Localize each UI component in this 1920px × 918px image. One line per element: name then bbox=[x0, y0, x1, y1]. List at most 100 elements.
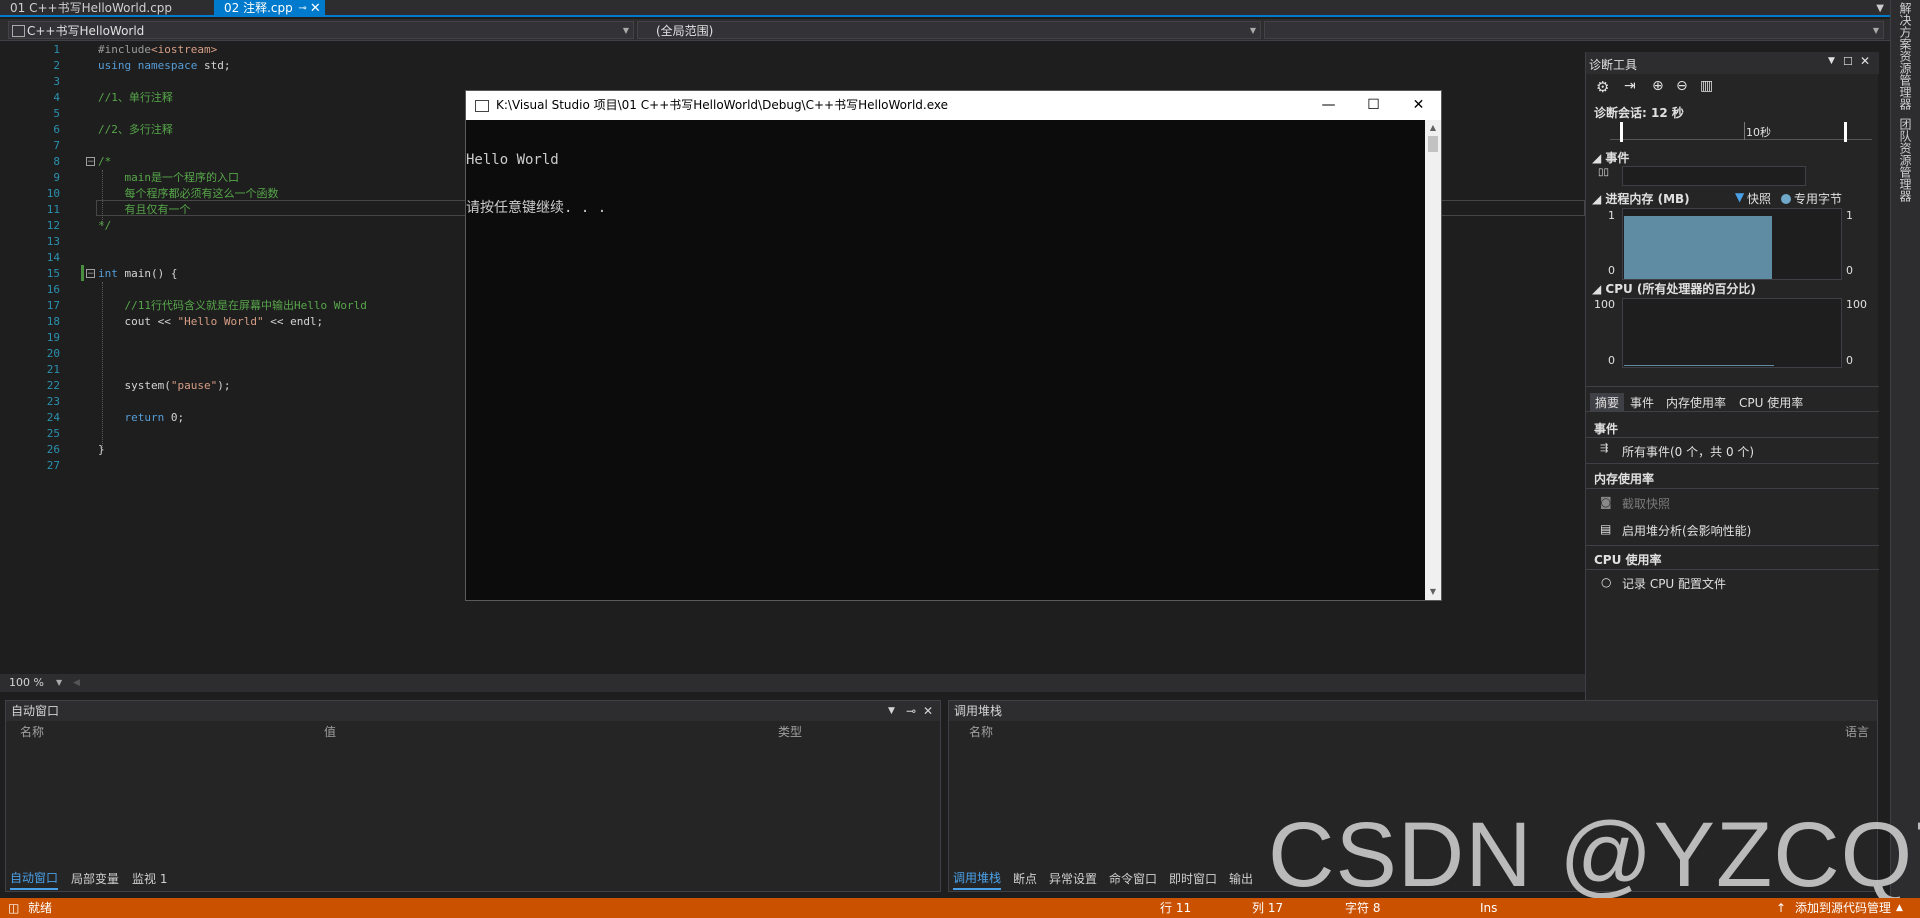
code-line-24: return 0; bbox=[98, 411, 185, 424]
all-events-link[interactable]: 所有事件(0 个，共 0 个) bbox=[1622, 443, 1754, 460]
column-header-value[interactable]: 值 bbox=[324, 723, 336, 741]
add-to-source-control-button[interactable]: 添加到源代码管理 bbox=[1795, 898, 1891, 918]
tab-team-explorer[interactable]: 团队资源管理器 bbox=[1897, 118, 1914, 202]
console-title: K:\Visual Studio 项目\01 C++书写HelloWorld\D… bbox=[496, 98, 948, 112]
reset-zoom-icon[interactable]: ▥ bbox=[1700, 78, 1713, 94]
close-icon[interactable]: ✕ bbox=[1860, 54, 1870, 68]
console-output-line: 请按任意键继续. . . bbox=[466, 200, 607, 216]
cpu-axis-min: 0 bbox=[1608, 354, 1615, 367]
status-line: 行 11 bbox=[1160, 901, 1192, 915]
scope-dropdown[interactable]: (全局范围) ▼ bbox=[637, 21, 1261, 39]
minimize-button[interactable]: — bbox=[1306, 91, 1351, 120]
gear-icon[interactable]: ⚙ bbox=[1596, 78, 1609, 96]
cpu-section-header[interactable]: ◢ CPU (所有处理器的百分比) bbox=[1592, 280, 1756, 297]
watermark: CSDN @YZCQ7 bbox=[1268, 804, 1920, 906]
project-dropdown[interactable]: C++书写HelloWorld ▼ bbox=[8, 21, 634, 39]
dropdown-icon[interactable]: ▼ bbox=[888, 701, 895, 721]
memory-chart bbox=[1622, 208, 1842, 280]
tab-immediate-window[interactable]: 即时窗口 bbox=[1169, 868, 1217, 890]
tab-summary[interactable]: 摘要 bbox=[1590, 393, 1625, 412]
zoom-in-icon[interactable]: ⊕ bbox=[1652, 78, 1664, 94]
tab-helloworld-cpp[interactable]: 01 C++书写HelloWorld.cpp bbox=[0, 0, 182, 17]
memory-usage-area bbox=[1624, 216, 1772, 279]
tab-comment-cpp[interactable]: 02 注释.cpp ⊸ ✕ bbox=[214, 0, 325, 17]
pause-icon[interactable]: ▯▯ bbox=[1598, 167, 1609, 178]
tab-memory-usage[interactable]: 内存使用率 bbox=[1666, 394, 1726, 411]
divider bbox=[1586, 545, 1879, 546]
pin-icon[interactable]: ⊸ bbox=[906, 701, 916, 721]
maximize-button[interactable]: ☐ bbox=[1351, 91, 1396, 120]
cpu-chart bbox=[1622, 298, 1842, 368]
tab-cpu-usage[interactable]: CPU 使用率 bbox=[1739, 394, 1803, 411]
column-header-name[interactable]: 名称 bbox=[20, 723, 44, 741]
cpu-axis-min-right: 0 bbox=[1846, 354, 1853, 367]
close-icon[interactable]: ✕ bbox=[923, 701, 933, 721]
chevron-up-icon[interactable]: ▲ bbox=[1896, 898, 1903, 918]
events-icon: ⇶ bbox=[1600, 443, 1609, 454]
notification-icon[interactable]: ◫ bbox=[8, 898, 19, 918]
timeline-tick bbox=[1744, 122, 1745, 140]
zoom-out-icon[interactable]: ⊖ bbox=[1676, 78, 1688, 94]
timeline-ruler[interactable]: 10秒 bbox=[1610, 122, 1872, 142]
member-dropdown[interactable]: ▼ bbox=[1264, 21, 1884, 39]
heap-profiling-button[interactable]: 启用堆分析(会影响性能) bbox=[1622, 522, 1751, 539]
scroll-thumb[interactable] bbox=[1428, 136, 1438, 152]
console-window[interactable]: K:\Visual Studio 项目\01 C++书写HelloWorld\D… bbox=[465, 90, 1442, 601]
zoom-level-dropdown[interactable]: 100 % bbox=[9, 674, 44, 692]
timeline-start-handle[interactable] bbox=[1620, 122, 1623, 142]
divider bbox=[1586, 386, 1879, 387]
tab-autos[interactable]: 自动窗口 bbox=[10, 868, 59, 890]
scroll-down-icon[interactable]: ▼ bbox=[1425, 584, 1441, 600]
session-duration: 诊断会话: 12 秒 bbox=[1594, 106, 1684, 120]
private-bytes-legend-icon bbox=[1781, 194, 1791, 204]
tab-call-stack[interactable]: 调用堆栈 bbox=[953, 868, 1002, 890]
timeline-end-handle[interactable] bbox=[1844, 122, 1847, 142]
tab-watch-1[interactable]: 监视 1 bbox=[132, 868, 167, 890]
memory-section-header[interactable]: ◢ 进程内存 (MB) bbox=[1592, 190, 1690, 207]
column-header-language[interactable]: 语言 bbox=[1845, 723, 1869, 741]
panel-title: 调用堆栈 bbox=[954, 704, 1003, 718]
tab-solution-explorer[interactable]: 解决方案资源管理器 bbox=[1897, 2, 1914, 110]
console-titlebar[interactable]: K:\Visual Studio 项目\01 C++书写HelloWorld\D… bbox=[466, 91, 1441, 120]
close-button[interactable]: ✕ bbox=[1396, 91, 1441, 120]
tab-overflow-dropdown-icon[interactable]: ▼ bbox=[1876, 0, 1884, 17]
status-bar: ◫ 就绪 行 11 列 17 字符 8 Ins ↑ 添加到源代码管理 ▲ bbox=[0, 898, 1920, 918]
tab-output[interactable]: 输出 bbox=[1229, 868, 1253, 890]
diag-tab-strip: 摘要 事件 内存使用率 CPU 使用率 bbox=[1586, 392, 1879, 412]
tab-exception-settings[interactable]: 异常设置 bbox=[1049, 868, 1097, 890]
record-cpu-profile-button[interactable]: 记录 CPU 配置文件 bbox=[1622, 575, 1726, 592]
scope-label: (全局范围) bbox=[656, 24, 714, 38]
code-line-17: //11行代码含义就是在屏幕中输出Hello World bbox=[98, 299, 367, 312]
export-icon[interactable]: ⇥ bbox=[1624, 78, 1636, 94]
code-line-8: /* bbox=[98, 155, 112, 168]
status-ready: 就绪 bbox=[28, 901, 53, 915]
console-scrollbar[interactable]: ▲ ▼ bbox=[1425, 120, 1441, 600]
close-icon[interactable]: ✕ bbox=[310, 0, 321, 17]
dropdown-icon[interactable]: ▼ bbox=[1828, 56, 1835, 66]
maximize-icon[interactable]: ☐ bbox=[1843, 55, 1853, 68]
summary-cpu-heading: CPU 使用率 bbox=[1594, 553, 1662, 567]
tab-breakpoints[interactable]: 断点 bbox=[1013, 868, 1037, 890]
code-line-2: using namespace std; bbox=[98, 59, 231, 72]
take-snapshot-button[interactable]: 截取快照 bbox=[1622, 495, 1670, 512]
record-icon: ○ bbox=[1601, 575, 1612, 589]
chevron-down-icon[interactable]: ▼ bbox=[56, 674, 62, 692]
snapshot-legend-icon: ▼ bbox=[1735, 190, 1745, 204]
column-header-type[interactable]: 类型 bbox=[778, 723, 802, 741]
pin-icon[interactable]: ⊸ bbox=[298, 0, 306, 17]
autos-header: 自动窗口 ▼ ⊸ ✕ bbox=[6, 701, 940, 721]
memory-axis-max: 1 bbox=[1608, 209, 1615, 222]
tab-locals[interactable]: 局部变量 bbox=[71, 868, 119, 890]
memory-axis-min: 0 bbox=[1608, 264, 1615, 277]
tab-events[interactable]: 事件 bbox=[1630, 394, 1654, 411]
status-insert-mode: Ins bbox=[1480, 901, 1498, 915]
code-line-12: */ bbox=[98, 219, 112, 232]
summary-events-heading: 事件 bbox=[1594, 422, 1619, 436]
scroll-left-icon[interactable]: ◀ bbox=[73, 674, 80, 692]
scroll-up-icon[interactable]: ▲ bbox=[1425, 120, 1441, 136]
project-name: C++书写HelloWorld bbox=[27, 24, 145, 38]
divider bbox=[1586, 488, 1879, 489]
events-section-header[interactable]: ◢ 事件 bbox=[1592, 149, 1629, 166]
column-header-name[interactable]: 名称 bbox=[969, 723, 993, 741]
tab-command-window[interactable]: 命令窗口 bbox=[1109, 868, 1157, 890]
